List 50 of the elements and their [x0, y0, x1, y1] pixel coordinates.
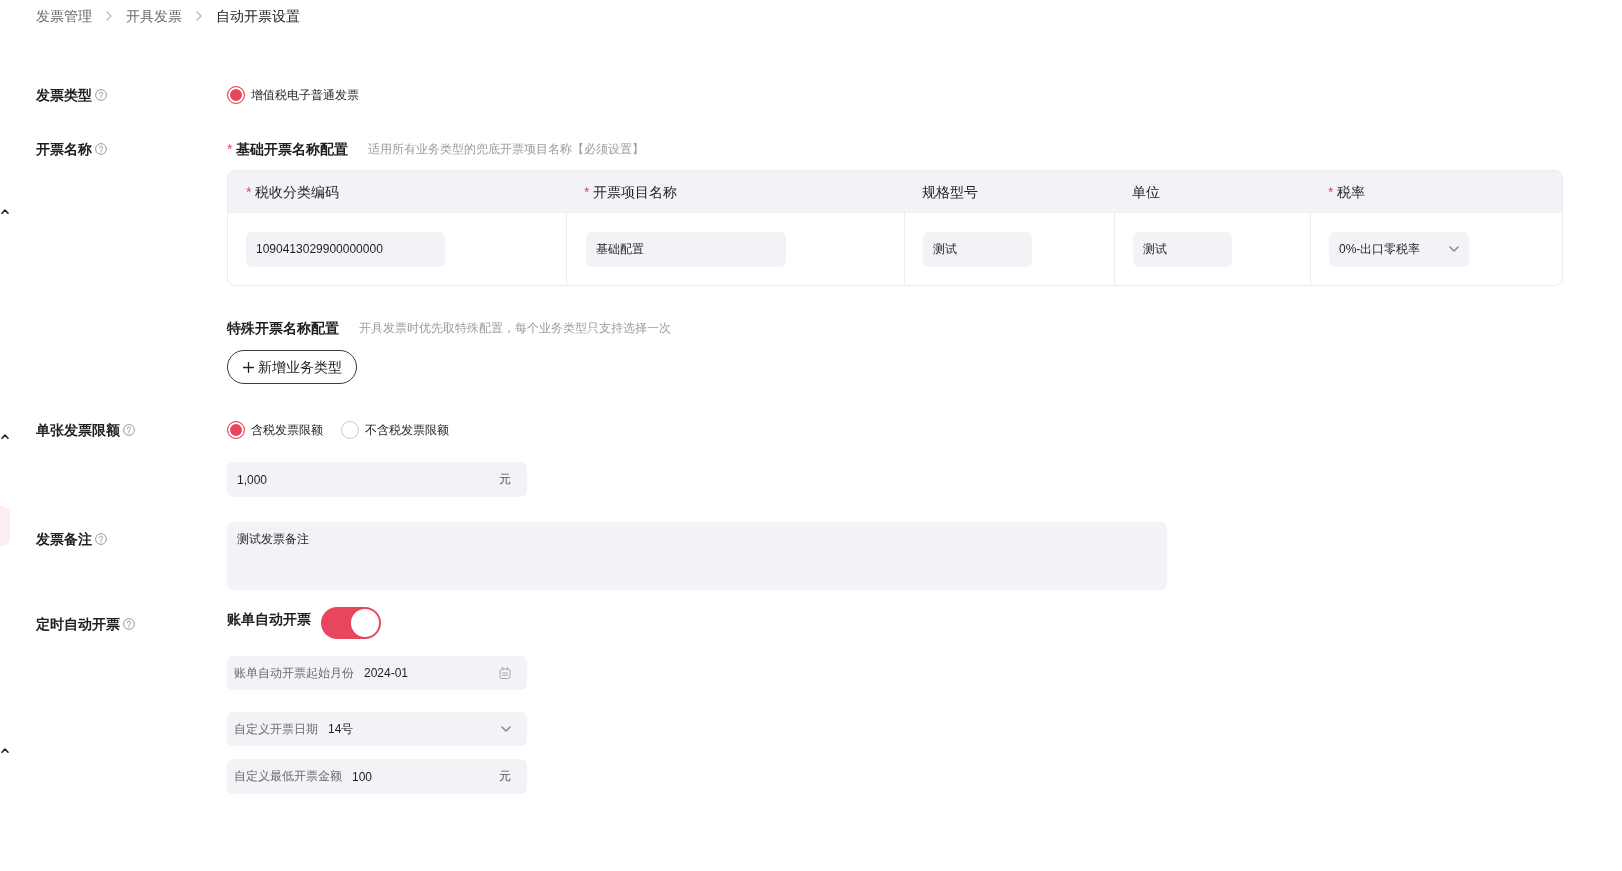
help-icon: [123, 618, 135, 630]
switch-label: 账单自动开票: [227, 610, 311, 629]
hint-text: 开具发票时优先取特殊配置，每个业务类型只支持选择一次: [359, 320, 671, 337]
caret-up-icon[interactable]: [1, 434, 9, 439]
caret-up-icon[interactable]: [1, 209, 9, 214]
column-header: * 税收分类编码: [246, 183, 340, 202]
radio-button[interactable]: [341, 421, 359, 439]
section-title: 特殊开票名称配置: [227, 319, 339, 338]
text-input[interactable]: 测试: [1133, 231, 1232, 267]
hint-text: 适用所有业务类型的兜底开票项目名称【必须设置】: [368, 141, 645, 158]
field-label: 单张发票限额: [36, 421, 120, 440]
calendar-icon: [499, 667, 511, 679]
toggle-switch[interactable]: [321, 607, 381, 639]
section-title: * 基础开票名称配置: [227, 140, 349, 159]
month-picker-field[interactable]: 账单自动开票起始月份 2024-01: [227, 656, 527, 690]
radio-label: 不含税发票限额: [365, 422, 449, 439]
text-input[interactable]: 1090413029900000000: [246, 231, 445, 267]
radio-label: 增值税电子普通发票: [251, 87, 359, 104]
radio-label: 含税发票限额: [251, 422, 323, 439]
text-input[interactable]: 测试: [923, 231, 1032, 267]
breadcrumb-current: 自动开票设置: [216, 7, 300, 26]
breadcrumb-link[interactable]: 开具发票: [126, 6, 182, 26]
text-input[interactable]: 基础配置: [586, 231, 786, 267]
radio-button[interactable]: [227, 421, 245, 439]
field-label: 发票备注: [36, 530, 92, 549]
amount-input[interactable]: 1,000 元: [227, 462, 527, 497]
dropdown-select[interactable]: 0%-出口零税率: [1329, 231, 1469, 267]
help-icon: [95, 533, 107, 545]
plus-icon: [242, 361, 254, 373]
column-header: 规格型号: [922, 183, 978, 202]
column-header: 单位: [1132, 183, 1160, 202]
field-label: 发票类型: [36, 86, 92, 105]
chevron-down-icon: [501, 726, 511, 732]
field-label: 开票名称: [36, 140, 92, 159]
help-icon: [123, 424, 135, 436]
help-icon: [95, 89, 107, 101]
add-button[interactable]: 新增业务类型: [227, 350, 357, 384]
chevron-down-icon: [1449, 246, 1459, 252]
chevron-right-icon: [106, 11, 112, 21]
remark-textarea[interactable]: 测试发票备注: [227, 522, 1167, 590]
help-icon: [95, 143, 107, 155]
field-label: 定时自动开票: [36, 615, 120, 634]
column-header: * 开票项目名称: [584, 183, 678, 202]
breadcrumb-link[interactable]: 发票管理: [36, 6, 92, 26]
date-select[interactable]: 自定义开票日期 14号: [227, 712, 527, 746]
radio-button[interactable]: [227, 86, 245, 104]
column-header: * 税率: [1328, 183, 1366, 202]
caret-up-icon[interactable]: [1, 748, 9, 753]
amount-input[interactable]: 自定义最低开票金额 100 元: [227, 759, 527, 794]
chevron-right-icon: [196, 11, 202, 21]
